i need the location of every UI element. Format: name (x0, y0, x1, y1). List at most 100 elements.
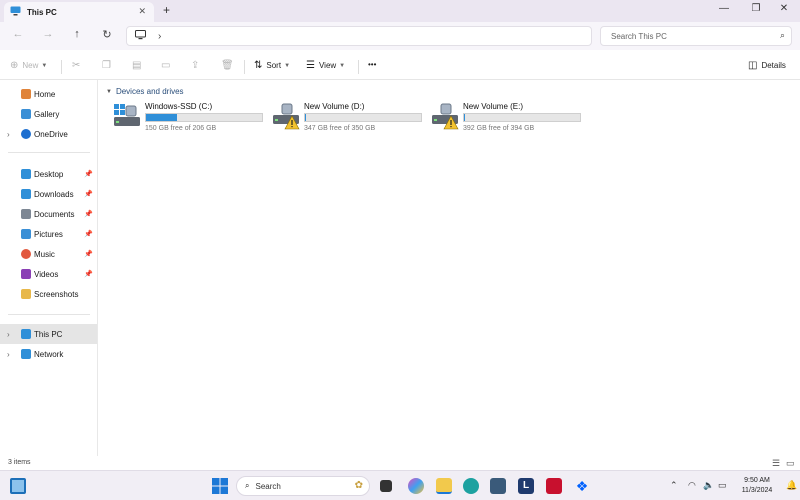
close-button[interactable]: ✕ (772, 3, 796, 14)
task-view-icon[interactable] (380, 480, 392, 492)
clipboard-icon: ▤ (132, 60, 142, 71)
volume-icon[interactable]: 🔈 (703, 480, 714, 491)
download-icon (21, 189, 31, 199)
chevron-down-icon: ▼ (339, 62, 346, 69)
rename-button[interactable]: ▭ (161, 60, 174, 71)
devices-group-header[interactable]: ▼ Devices and drives (106, 87, 184, 96)
refresh-icon[interactable]: ↻ (99, 28, 115, 41)
sort-button[interactable]: ⇅ Sort ▼ (254, 60, 290, 71)
sidebar-item-network[interactable]: › Network (0, 344, 97, 364)
divider (8, 314, 90, 315)
monitor-icon (135, 30, 146, 42)
drive-tile-d[interactable]: New Volume (D:) 347 GB free of 350 GB (272, 100, 432, 136)
tab-this-pc[interactable]: This PC ✕ (4, 2, 154, 22)
breadcrumb-separator[interactable]: › (158, 31, 161, 42)
sidebar-item-home[interactable]: Home (0, 84, 97, 104)
taskbar: ⌕ Search ✿ L ❖ ⌃ ◠ 🔈 ▭ 9:50 AM 11/3/2024… (0, 470, 800, 500)
pin-icon[interactable]: 📌 (84, 190, 93, 198)
pin-icon[interactable]: 📌 (84, 170, 93, 178)
title-bar: This PC ✕ + — ❐ ✕ (0, 0, 800, 22)
sidebar-item-pictures[interactable]: Pictures 📌 (0, 224, 97, 244)
tab-close-icon[interactable]: ✕ (138, 6, 146, 17)
new-tab-button[interactable]: + (163, 3, 170, 17)
more-icon: ••• (368, 60, 377, 69)
sidebar-item-label: Desktop (34, 169, 64, 179)
forward-arrow-icon[interactable]: → (40, 28, 56, 40)
dropbox-icon[interactable]: ❖ (574, 478, 590, 494)
divider (358, 60, 359, 74)
maximize-button[interactable]: ❐ (744, 3, 768, 14)
taskbar-search[interactable]: ⌕ Search ✿ (236, 476, 370, 496)
chevron-down-icon: ▼ (284, 62, 291, 69)
gallery-icon (21, 109, 31, 119)
back-arrow-icon[interactable]: ← (10, 28, 26, 40)
sort-icon: ⇅ (254, 60, 263, 71)
store-icon[interactable] (490, 478, 506, 494)
details-view-icon[interactable]: ☰ (772, 458, 780, 469)
share-button[interactable]: ⇪ (191, 60, 203, 71)
pictures-icon (21, 229, 31, 239)
chevron-right-icon[interactable]: › (7, 350, 10, 359)
notification-icon[interactable]: 🔔 (786, 480, 797, 491)
battery-icon[interactable]: ▭ (718, 480, 727, 491)
search-input[interactable]: Search This PC ⌕ (600, 26, 792, 46)
drive-warning-icon (272, 102, 300, 130)
drive-tile-e[interactable]: New Volume (E:) 392 GB free of 394 GB (431, 100, 591, 136)
sidebar-item-this-pc[interactable]: › This PC (0, 324, 97, 344)
sidebar-item-screenshots[interactable]: Screenshots (0, 284, 97, 304)
chevron-down-icon: ▼ (41, 62, 48, 69)
up-arrow-icon[interactable]: ↑ (69, 28, 85, 40)
pin-icon[interactable]: 📌 (84, 270, 93, 278)
tab-title: This PC (27, 7, 57, 17)
command-bar: ⊕ New ▼ ✂ ❐ ▤ ▭ ⇪ 🗑 ⇅ Sort ▼ ☰ View ▼ ••… (0, 54, 800, 80)
clock[interactable]: 9:50 AM 11/3/2024 (734, 476, 780, 496)
sidebar-item-onedrive[interactable]: › OneDrive (0, 124, 97, 144)
drive-usage-fill (305, 114, 307, 121)
sidebar-item-downloads[interactable]: Downloads 📌 (0, 184, 97, 204)
chevron-right-icon[interactable]: › (7, 130, 10, 139)
app-l-icon[interactable]: L (518, 478, 534, 494)
sidebar-item-label: Music (34, 249, 55, 259)
details-label: Details (761, 61, 786, 70)
start-icon[interactable] (212, 478, 228, 494)
cut-button[interactable]: ✂ (72, 60, 84, 71)
copy-button[interactable]: ❐ (102, 60, 115, 71)
more-options-button[interactable]: ••• (368, 60, 376, 69)
drive-free-space: 347 GB free of 350 GB (304, 125, 376, 132)
address-bar[interactable]: › (126, 26, 592, 46)
view-label: View (318, 61, 337, 70)
pin-icon[interactable]: 📌 (84, 250, 93, 258)
chevron-right-icon[interactable]: › (7, 330, 10, 339)
sidebar-item-videos[interactable]: Videos 📌 (0, 264, 97, 284)
sidebar-item-label: Gallery (34, 109, 60, 119)
items-count: 3 items (8, 459, 31, 466)
details-button[interactable]: ◫ Details (748, 60, 786, 71)
sidebar-item-music[interactable]: Music 📌 (0, 244, 97, 264)
minimize-button[interactable]: — (712, 3, 736, 14)
home-icon (21, 89, 31, 99)
drive-name: New Volume (E:) (463, 102, 524, 111)
edge-icon[interactable] (463, 478, 479, 494)
sidebar-item-label: Screenshots (34, 289, 79, 299)
mcafee-icon[interactable] (546, 478, 562, 494)
tiles-view-icon[interactable]: ▭ (786, 458, 795, 469)
drive-name: Windows-SSD (C:) (145, 102, 213, 111)
sidebar-item-label: This PC (34, 329, 63, 339)
sidebar-item-desktop[interactable]: Desktop 📌 (0, 164, 97, 184)
chevron-up-icon[interactable]: ⌃ (670, 480, 678, 491)
sidebar-item-documents[interactable]: Documents 📌 (0, 204, 97, 224)
sidebar-item-label: Documents (34, 209, 75, 219)
pin-icon[interactable]: 📌 (84, 230, 93, 238)
copilot-icon[interactable] (408, 478, 424, 494)
file-explorer-icon[interactable] (436, 478, 452, 494)
widgets-icon[interactable] (10, 478, 26, 494)
wifi-icon[interactable]: ◠ (688, 480, 696, 491)
delete-button[interactable]: 🗑 (221, 60, 238, 71)
pin-icon[interactable]: 📌 (84, 210, 93, 218)
new-button[interactable]: ⊕ New ▼ (10, 60, 47, 71)
drive-tile-c[interactable]: Windows-SSD (C:) 150 GB free of 206 GB (113, 100, 273, 136)
sidebar-item-gallery[interactable]: Gallery (0, 104, 97, 124)
paste-button[interactable]: ▤ (132, 60, 145, 71)
view-button[interactable]: ☰ View ▼ (306, 60, 345, 71)
search-placeholder: Search This PC (611, 31, 667, 41)
